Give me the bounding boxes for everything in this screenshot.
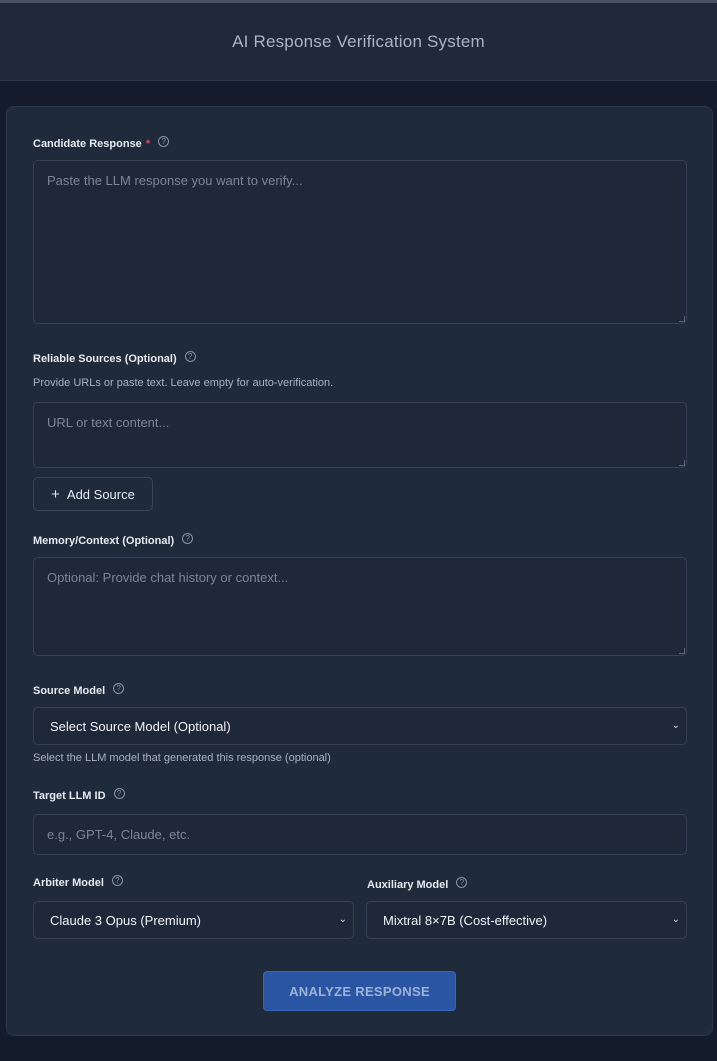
plus-icon: + <box>51 485 60 503</box>
memory-context-label: Memory/Context (Optional) ? <box>33 532 194 547</box>
candidate-response-label: Candidate Response * ? <box>33 135 170 150</box>
chevron-down-icon: ⌄ <box>671 720 680 731</box>
help-icon[interactable]: ? <box>111 874 123 886</box>
help-icon[interactable]: ? <box>113 682 125 694</box>
analyze-response-label: ANALYZE RESPONSE <box>289 983 430 999</box>
resize-handle[interactable] <box>679 460 685 466</box>
source-model-selected: Select Source Model (Optional) <box>50 718 231 734</box>
arbiter-model-label: Arbiter Model ? <box>33 874 123 889</box>
resize-handle[interactable] <box>679 648 685 654</box>
auxiliary-model-select[interactable]: Mixtral 8×7B (Cost-effective) ⌄ <box>366 901 687 939</box>
add-source-button[interactable]: + Add Source <box>33 477 153 511</box>
target-llm-input[interactable]: e.g., GPT-4, Claude, etc. <box>33 814 687 855</box>
auxiliary-model-label: Auxiliary Model ? <box>367 876 468 891</box>
reliable-sources-hint: Provide URLs or paste text. Leave empty … <box>33 377 334 389</box>
reliable-sources-label: Reliable Sources (Optional) ? <box>33 350 196 365</box>
candidate-response-textarea[interactable]: Paste the LLM response you want to verif… <box>33 160 687 324</box>
memory-context-textarea[interactable]: Optional: Provide chat history or contex… <box>33 557 687 656</box>
target-llm-label: Target LLM ID ? <box>33 787 125 802</box>
source-input[interactable]: URL or text content... <box>33 402 687 468</box>
analyze-response-button[interactable]: ANALYZE RESPONSE <box>263 971 456 1011</box>
arbiter-model-select[interactable]: Claude 3 Opus (Premium) ⌄ <box>33 901 354 939</box>
help-icon[interactable]: ? <box>113 787 125 799</box>
help-icon[interactable]: ? <box>456 876 468 888</box>
source-model-hint: Select the LLM model that generated this… <box>33 752 331 764</box>
target-llm-placeholder: e.g., GPT-4, Claude, etc. <box>47 827 191 842</box>
auxiliary-model-selected: Mixtral 8×7B (Cost-effective) <box>383 912 548 928</box>
source-model-label: Source Model ? <box>33 682 125 697</box>
source-placeholder: URL or text content... <box>47 415 170 430</box>
help-icon[interactable]: ? <box>182 532 194 544</box>
resize-handle[interactable] <box>679 316 685 322</box>
memory-context-placeholder: Optional: Provide chat history or contex… <box>47 570 289 585</box>
add-source-label: Add Source <box>66 486 135 502</box>
help-icon[interactable]: ? <box>158 135 170 147</box>
chevron-down-icon: ⌄ <box>338 914 347 925</box>
app-title: AI Response Verification System <box>232 31 485 51</box>
source-model-select[interactable]: Select Source Model (Optional) ⌄ <box>33 707 687 745</box>
arbiter-model-selected: Claude 3 Opus (Premium) <box>50 912 201 928</box>
app-header: AI Response Verification System <box>0 3 717 81</box>
help-icon[interactable]: ? <box>184 350 196 362</box>
candidate-response-placeholder: Paste the LLM response you want to verif… <box>47 173 303 188</box>
chevron-down-icon: ⌄ <box>671 914 680 925</box>
required-marker: * <box>145 138 151 150</box>
